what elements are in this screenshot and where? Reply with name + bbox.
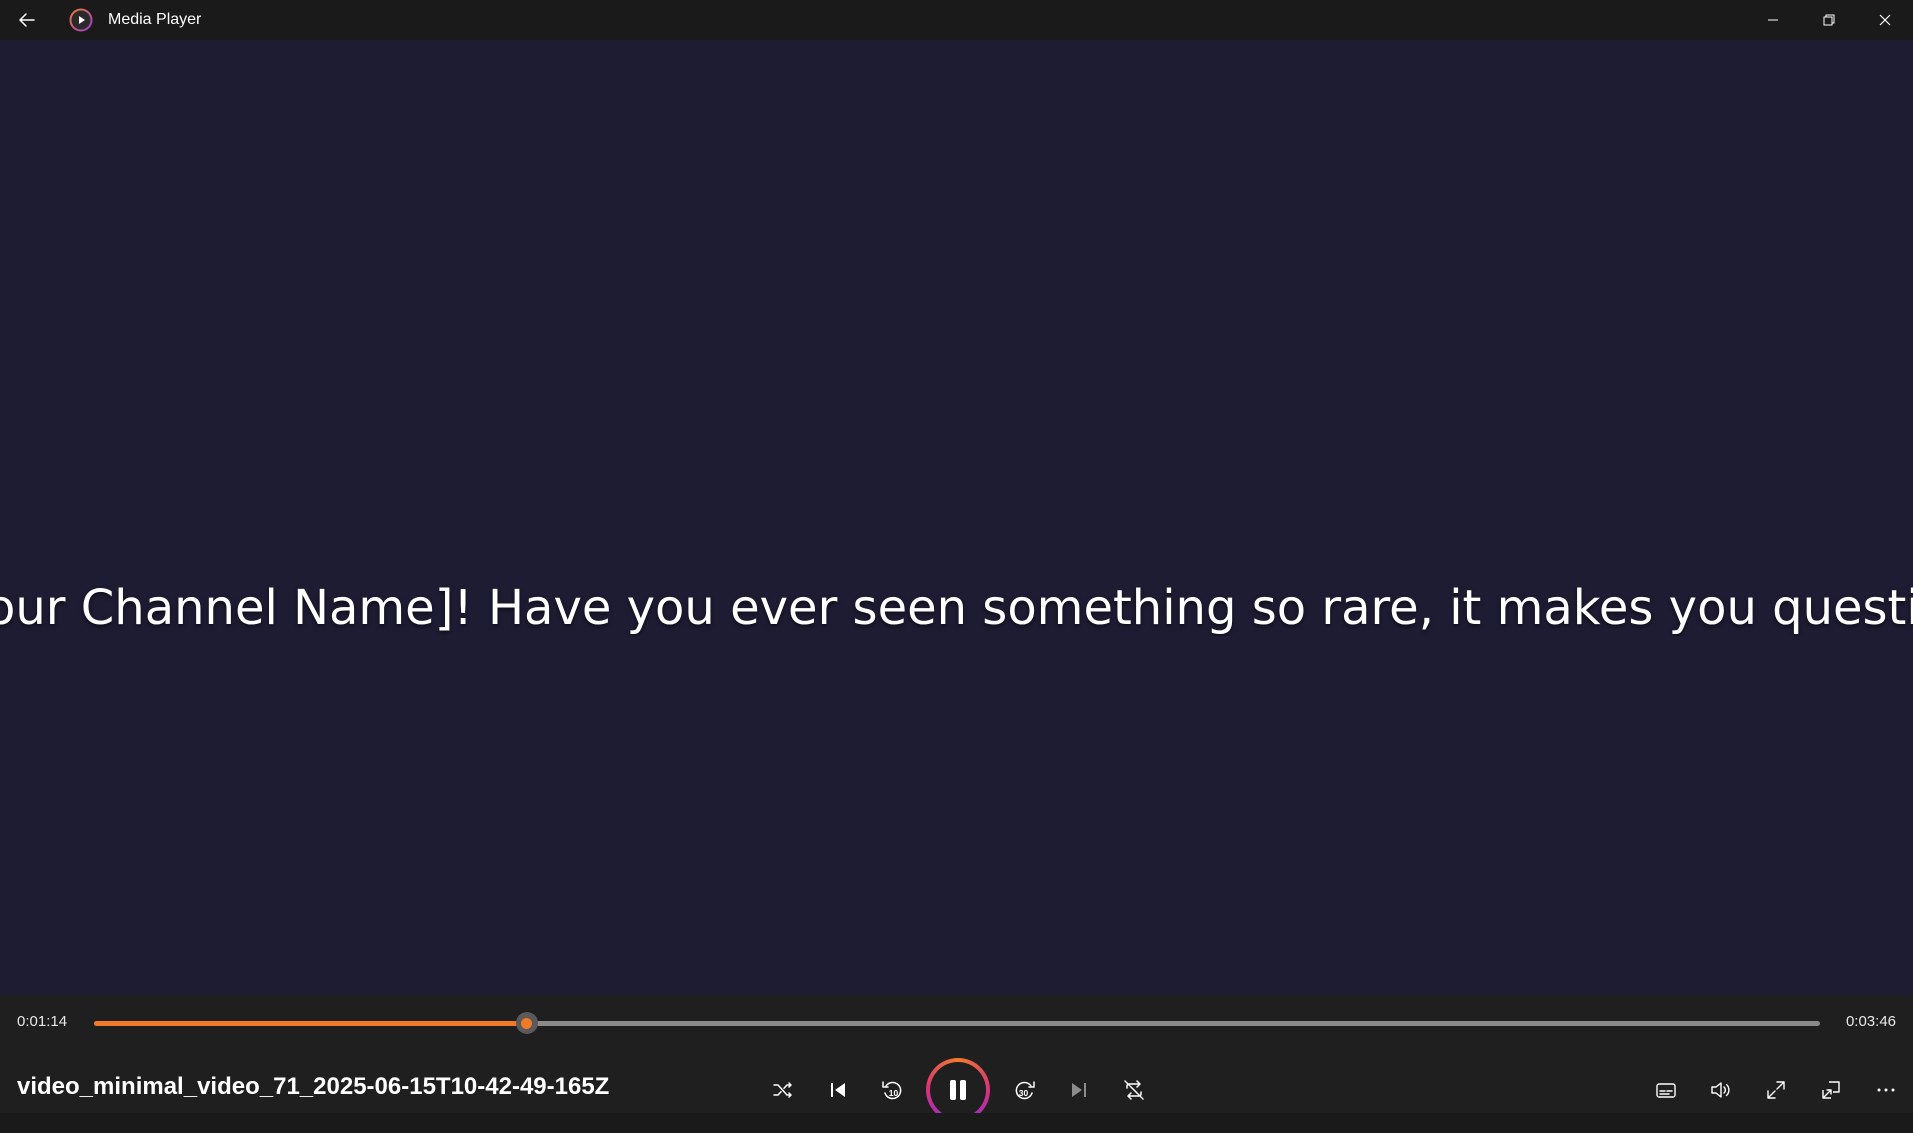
minimize-icon	[1768, 19, 1778, 21]
current-time: 0:01:14	[17, 1013, 68, 1030]
shuffle-button[interactable]	[755, 1063, 810, 1118]
previous-button[interactable]	[810, 1063, 865, 1118]
repeat-button[interactable]	[1106, 1063, 1161, 1118]
media-player-logo-icon	[68, 7, 94, 33]
captions-icon	[1655, 1083, 1676, 1098]
repeat-off-icon	[1123, 1080, 1144, 1100]
next-track-icon	[1071, 1083, 1086, 1097]
mini-player-button[interactable]	[1803, 1063, 1858, 1118]
mini-player-icon	[1821, 1081, 1840, 1099]
minimize-button[interactable]	[1745, 0, 1801, 40]
previous-track-icon	[830, 1083, 845, 1097]
skip-forward-seconds: 30	[1018, 1088, 1028, 1098]
video-caption-text: our Channel Name]! Have you ever seen so…	[0, 580, 1913, 636]
window-title: Media Player	[108, 11, 202, 28]
back-arrow-icon	[19, 13, 35, 27]
seek-thumb[interactable]	[515, 1012, 538, 1034]
more-button[interactable]	[1858, 1063, 1913, 1118]
bottom-edge	[0, 1113, 1913, 1133]
close-icon	[1879, 14, 1891, 26]
media-title: video_minimal_video_71_2025-06-15T10-42-…	[17, 1073, 610, 1100]
close-button[interactable]	[1857, 0, 1913, 40]
caption-line: our Channel Name]! Have you ever seen so…	[0, 580, 1913, 636]
restore-button[interactable]	[1801, 0, 1857, 40]
seek-progress	[94, 1021, 527, 1026]
seek-bar[interactable]	[94, 1011, 1820, 1035]
volume-icon	[1710, 1082, 1730, 1098]
skip-back-10-icon: 10	[881, 1081, 901, 1100]
skip-back-button[interactable]: 10	[865, 1063, 920, 1118]
captions-button[interactable]	[1638, 1063, 1693, 1118]
fullscreen-button[interactable]	[1748, 1063, 1803, 1118]
pause-icon	[950, 1080, 966, 1100]
shuffle-icon	[772, 1082, 792, 1098]
volume-button[interactable]	[1693, 1063, 1748, 1118]
video-surface[interactable]: our Channel Name]! Have you ever seen so…	[0, 40, 1913, 995]
skip-forward-button[interactable]: 30	[996, 1063, 1051, 1118]
back-button[interactable]	[0, 0, 54, 40]
next-button[interactable]	[1051, 1063, 1106, 1118]
skip-forward-30-icon: 30	[1015, 1081, 1035, 1100]
restore-icon	[1823, 14, 1835, 26]
title-bar: Media Player	[0, 0, 1913, 40]
fullscreen-icon	[1766, 1081, 1785, 1099]
skip-back-seconds: 10	[888, 1088, 898, 1098]
total-time: 0:03:46	[1845, 1013, 1896, 1030]
media-player-window: Media Player our Channel Name]! Have you…	[0, 0, 1913, 1133]
more-icon	[1877, 1088, 1894, 1092]
